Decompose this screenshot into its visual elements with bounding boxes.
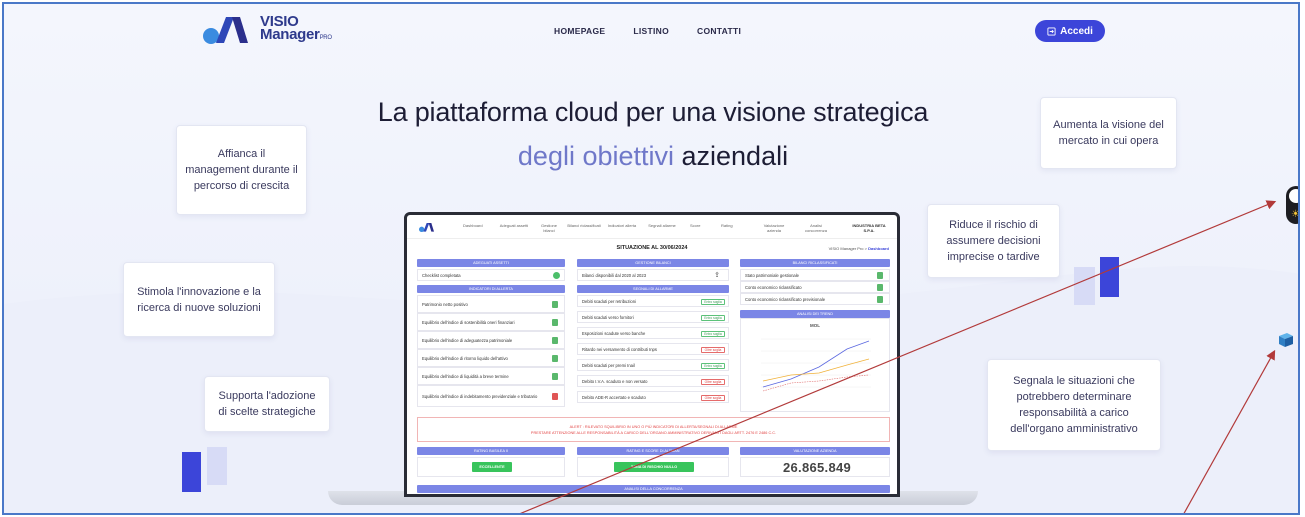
annotation-arrow-toggle xyxy=(520,200,1277,513)
annotation-arrow-book xyxy=(1183,349,1276,513)
annotation-arrows xyxy=(520,200,1277,513)
page-frame: VISIO ManagerPRO HOMEPAGE LISTINO CONTAT… xyxy=(2,2,1300,515)
